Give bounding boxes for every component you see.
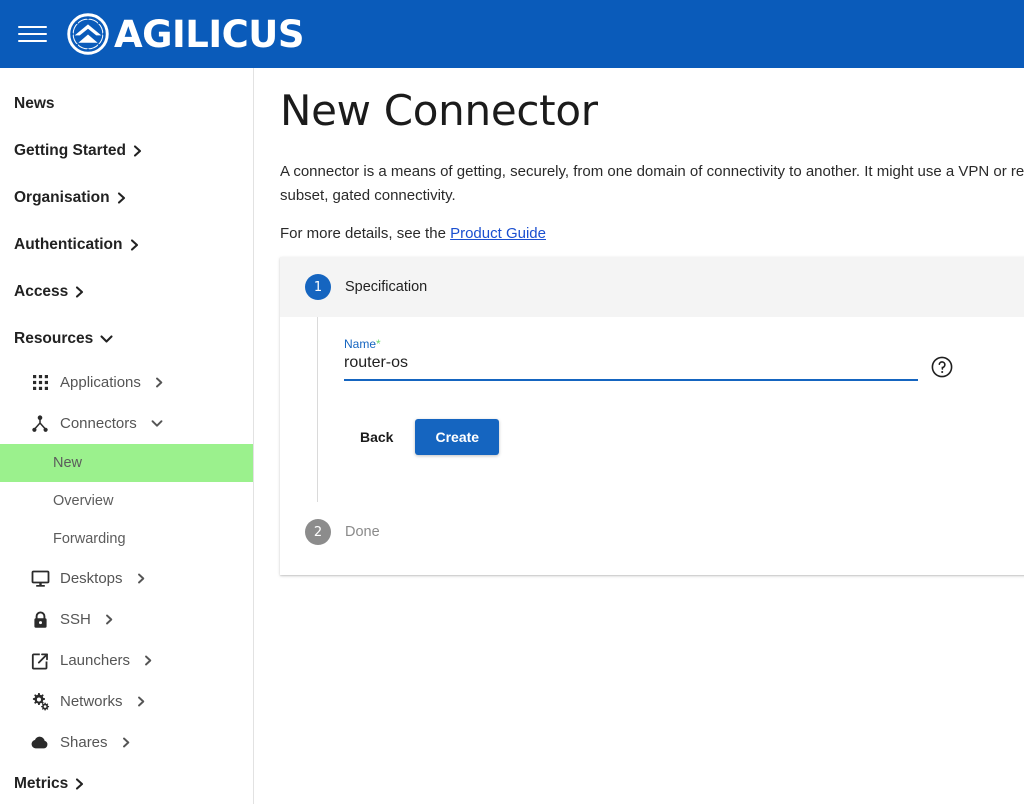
card-bottom-padding (280, 562, 1024, 575)
brand-logo[interactable]: AGILICUS (66, 12, 304, 56)
brand-title: AGILICUS (114, 12, 304, 56)
cloud-icon (30, 733, 50, 753)
sidebar-item-label: New (53, 455, 83, 471)
sidebar-item-connectors-overview[interactable]: Overview (0, 482, 253, 520)
hamburger-bar (18, 40, 47, 42)
hamburger-menu-icon[interactable] (18, 21, 48, 47)
sidebar-item-label: SSH (60, 611, 91, 628)
external-link-icon (30, 651, 50, 671)
sidebar-item-label: Getting Started (14, 141, 126, 159)
sidebar-item-label: Launchers (60, 652, 131, 669)
page-title: New Connector (280, 86, 598, 135)
sidebar-item-getting-started[interactable]: Getting Started (0, 127, 253, 174)
step-header-specification[interactable]: 1 Specification (280, 257, 1024, 317)
sidebar-item-organisation[interactable]: Organisation (0, 174, 253, 221)
help-circle-icon[interactable] (930, 355, 954, 379)
required-asterisk: * (376, 337, 381, 351)
chevron-right-icon (75, 285, 85, 298)
sidebar-item-connectors-new[interactable]: New (0, 444, 253, 482)
sidebar-item-label: Networks (60, 693, 123, 710)
sidebar-item-label: Access (14, 282, 69, 300)
sidebar-item-applications[interactable]: Applications (0, 362, 253, 403)
step-label-specification: Specification (345, 279, 428, 295)
chevron-right-icon (122, 737, 131, 748)
sidebar-item-networks[interactable]: Networks (0, 681, 253, 722)
hamburger-bar (18, 33, 47, 35)
sidebar-item-shares[interactable]: Shares (0, 722, 253, 763)
sidebar-item-resources[interactable]: Resources (0, 315, 253, 362)
chevron-right-icon (144, 655, 153, 666)
main-content: New Connector A connector is a means of … (255, 68, 1024, 804)
step-label-done: Done (345, 524, 380, 540)
sidebar-nav: News Getting Started Organisation Authen… (0, 68, 254, 804)
form-actions: Back Create (344, 419, 1024, 455)
name-input[interactable] (344, 354, 918, 381)
product-guide-link[interactable]: Product Guide (450, 225, 546, 242)
sidebar-item-label: Forwarding (53, 531, 126, 547)
step-body-specification: Name* Back Create (280, 317, 1024, 502)
name-field-label: Name* (344, 337, 1024, 351)
agilicus-logo-icon (67, 13, 109, 55)
back-button[interactable]: Back (344, 420, 409, 454)
top-app-bar: AGILICUS (0, 0, 1024, 68)
chevron-right-icon (137, 696, 146, 707)
sidebar-item-ssh[interactable]: SSH (0, 599, 253, 640)
sidebar-item-launchers[interactable]: Launchers (0, 640, 253, 681)
chevron-down-icon (151, 419, 163, 428)
chevron-right-icon (130, 238, 140, 251)
intro-paragraph: A connector is a means of getting, secur… (280, 163, 1024, 204)
name-field-row (344, 354, 954, 381)
sidebar-item-label: Shares (60, 734, 108, 751)
monitor-icon (30, 569, 50, 589)
sidebar-item-metrics[interactable]: Metrics (0, 763, 253, 804)
sidebar-item-connectors-forwarding[interactable]: Forwarding (0, 520, 253, 558)
details-line: For more details, see the Product Guide (280, 225, 1024, 242)
gears-icon (30, 692, 50, 712)
chevron-right-icon (105, 614, 114, 625)
name-label-text: Name (344, 337, 377, 351)
connector-node-icon (30, 414, 50, 434)
sidebar-item-label: Connectors (60, 415, 137, 432)
sidebar-item-label: Applications (60, 374, 141, 391)
sidebar-item-news[interactable]: News (0, 80, 253, 127)
sidebar-item-label: Metrics (14, 775, 69, 792)
sidebar-item-label: Overview (53, 493, 114, 509)
sidebar-item-label: Desktops (60, 570, 123, 587)
step-number-badge-2: 2 (305, 519, 331, 545)
lock-icon (30, 610, 50, 630)
apps-grid-icon (30, 373, 50, 393)
stepper-card: 1 Specification Name* router-os Back Cre… (280, 257, 1024, 575)
create-button[interactable]: Create (415, 419, 500, 455)
chevron-down-icon (100, 334, 113, 344)
sidebar-item-access[interactable]: Access (0, 268, 253, 315)
chevron-right-icon (133, 144, 143, 157)
sidebar-item-label: Organisation (14, 188, 110, 206)
chevron-right-icon (117, 191, 127, 204)
chevron-right-icon (75, 778, 85, 790)
sidebar-item-desktops[interactable]: Desktops (0, 558, 253, 599)
sidebar-item-label: Authentication (14, 235, 123, 253)
sidebar-item-authentication[interactable]: Authentication (0, 221, 253, 268)
chevron-right-icon (155, 377, 164, 388)
step-number-badge-1: 1 (305, 274, 331, 300)
sidebar-item-connectors[interactable]: Connectors (0, 403, 253, 444)
details-prefix: For more details, see the (280, 224, 451, 242)
sidebar-item-label: Resources (14, 329, 94, 347)
specification-form: Name* Back Create (318, 317, 1024, 455)
step-header-done[interactable]: 2 Done (280, 502, 1024, 562)
hamburger-bar (18, 26, 47, 28)
sidebar-item-label: News (14, 94, 55, 112)
chevron-right-icon (137, 573, 146, 584)
